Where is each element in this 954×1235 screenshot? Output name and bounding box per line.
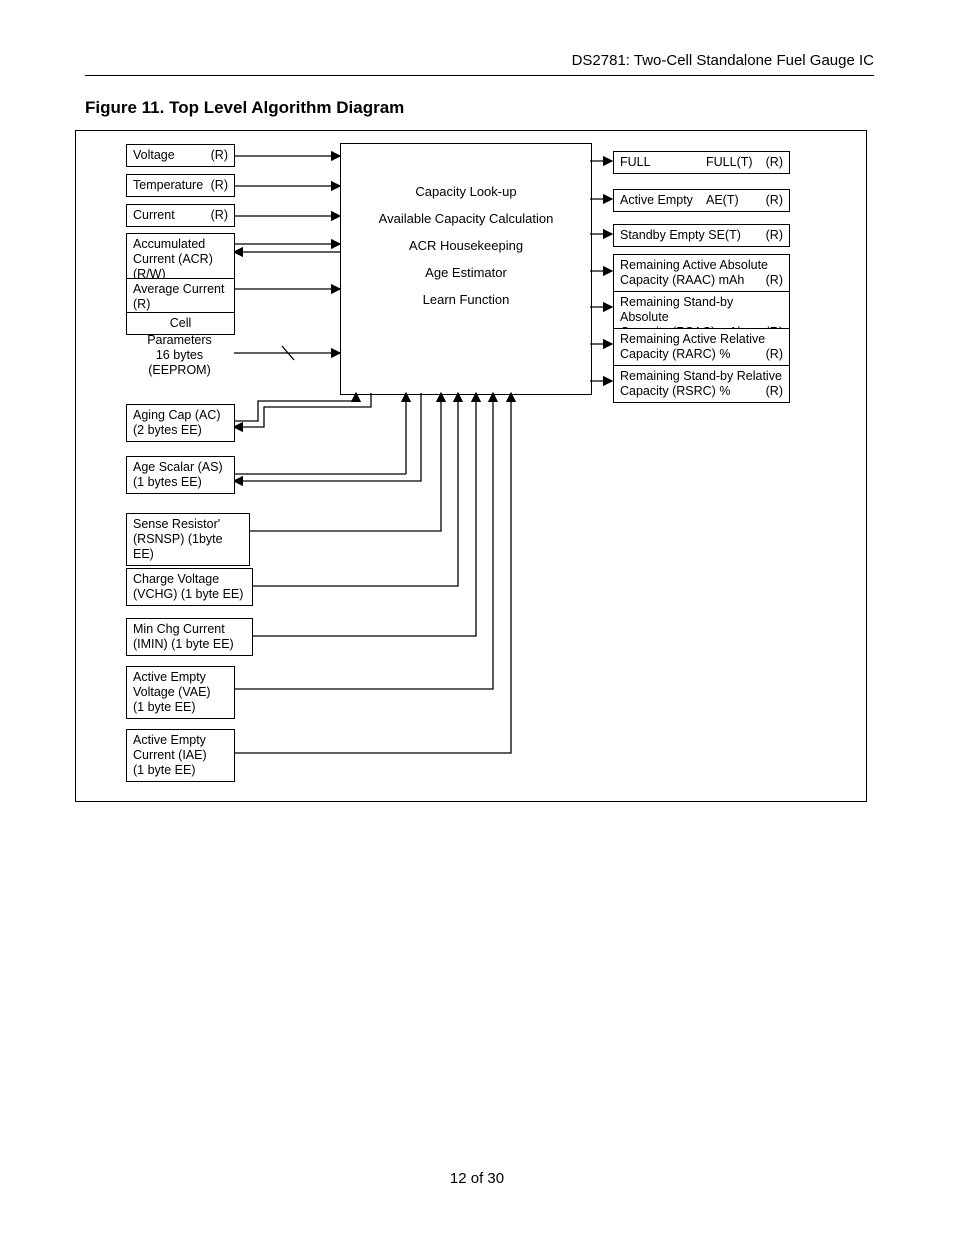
label: Standby Empty — [620, 228, 705, 242]
l2: Capacity (RAAC) mAh — [620, 273, 744, 287]
l4: (EEPROM) — [126, 363, 233, 378]
tag: (R) — [133, 297, 150, 311]
label: Voltage — [133, 148, 175, 162]
page: DS2781: Two-Cell Standalone Fuel Gauge I… — [0, 0, 954, 1235]
doc-header: DS2781: Two-Cell Standalone Fuel Gauge I… — [572, 52, 874, 69]
input-temperature: Temperature (R) — [126, 174, 235, 197]
c2: Available Capacity Calculation — [341, 211, 591, 226]
input-avg-current: Average Current (R) — [126, 278, 235, 316]
l2: Parameters — [126, 333, 233, 348]
tag: (R) — [211, 178, 228, 193]
ee-vchg: Charge Voltage (VCHG) (1 byte EE) — [126, 568, 253, 606]
output-full: FULL (R) FULL(T) — [613, 151, 790, 174]
tag: (R) — [211, 148, 228, 163]
l1: Aging Cap (AC) — [133, 408, 228, 423]
label: Current — [133, 208, 175, 222]
l1: Active Empty — [133, 670, 228, 685]
output-standby-empty: Standby Empty SE(T) (R) — [613, 224, 790, 247]
algorithm-diagram: Voltage (R) Temperature (R) Current (R) … — [75, 130, 867, 802]
output-rarc: Remaining Active Relative Capacity (RARC… — [613, 328, 790, 366]
c5: Learn Function — [341, 292, 591, 307]
figure-title: Figure 11. Top Level Algorithm Diagram — [85, 98, 404, 118]
l1: Remaining Active Relative — [620, 332, 783, 347]
page-number: 12 of 30 — [0, 1170, 954, 1187]
output-active-empty: Active Empty (R) AE(T) — [613, 189, 790, 212]
tag: (R) — [766, 228, 783, 243]
l2: Capacity (RSRC) % — [620, 384, 730, 398]
l2: Capacity (RARC) % — [620, 347, 730, 361]
l1: Age Scalar (AS) — [133, 460, 228, 475]
output-rsrc: Remaining Stand-by Relative Capacity (RS… — [613, 365, 790, 403]
l2: (2 bytes EE) — [133, 423, 228, 438]
tag: (R) — [766, 193, 783, 208]
tag: (R) — [766, 273, 783, 288]
l2: (RSNSP) (1byte EE) — [133, 532, 243, 562]
l1: Remaining Stand-by Relative — [620, 369, 783, 384]
label: FULL — [620, 155, 651, 169]
l1: Min Chg Current — [133, 622, 246, 637]
tag: (R) — [211, 208, 228, 223]
l1: Active Empty — [133, 733, 228, 748]
ee-imin: Min Chg Current (IMIN) (1 byte EE) — [126, 618, 253, 656]
l3: (1 byte EE) — [133, 763, 228, 778]
l2: Voltage (VAE) — [133, 685, 228, 700]
ee-rsnsp: Sense Resistor' (RSNSP) (1byte EE) — [126, 513, 250, 566]
label: Average Current — [133, 282, 225, 296]
input-voltage: Voltage (R) — [126, 144, 235, 167]
label: Accumulated Current (ACR) — [133, 237, 213, 266]
tag: (R) — [766, 384, 783, 399]
label: Active Empty — [620, 193, 693, 207]
tag: (R) — [766, 347, 783, 362]
ee-iae: Active Empty Current (IAE) (1 byte EE) — [126, 729, 235, 782]
l2: (VCHG) (1 byte EE) — [133, 587, 246, 602]
l3: (1 byte EE) — [133, 700, 228, 715]
mid: AE(T) — [706, 193, 739, 208]
label: Temperature — [133, 178, 203, 192]
l2: (1 bytes EE) — [133, 475, 228, 490]
l3: 16 bytes — [126, 348, 233, 363]
input-cell-params-text: Parameters 16 bytes (EEPROM) — [126, 333, 233, 378]
mid: SE(T) — [708, 228, 741, 242]
ee-as: Age Scalar (AS) (1 bytes EE) — [126, 456, 235, 494]
ee-ac: Aging Cap (AC) (2 bytes EE) — [126, 404, 235, 442]
input-current: Current (R) — [126, 204, 235, 227]
header-rule — [85, 75, 874, 76]
mid: FULL(T) — [706, 155, 753, 170]
output-raac: Remaining Active Absolute Capacity (RAAC… — [613, 254, 790, 292]
tag: (R) — [766, 155, 783, 170]
l1: Remaining Active Absolute — [620, 258, 783, 273]
l1: Charge Voltage — [133, 572, 246, 587]
l2: (IMIN) (1 byte EE) — [133, 637, 246, 652]
l1: Cell — [127, 316, 234, 331]
c1: Capacity Look-up — [341, 184, 591, 199]
c4: Age Estimator — [341, 265, 591, 280]
input-cell-params: Cell — [126, 312, 235, 335]
ee-vae: Active Empty Voltage (VAE) (1 byte EE) — [126, 666, 235, 719]
center-algorithm-box: Capacity Look-up Available Capacity Calc… — [340, 143, 592, 395]
c3: ACR Housekeeping — [341, 238, 591, 253]
l1: Remaining Stand-by Absolute — [620, 295, 783, 325]
l2: Current (IAE) — [133, 748, 228, 763]
l1: Sense Resistor' — [133, 517, 243, 532]
